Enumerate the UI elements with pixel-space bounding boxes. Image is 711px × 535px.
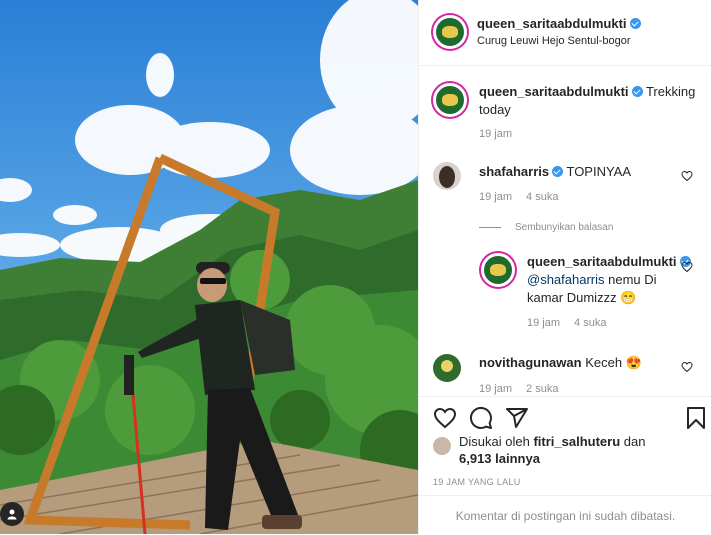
author-block: queen_saritaabdulmukti Curug Leuwi Hejo … bbox=[477, 16, 641, 47]
verified-badge-icon bbox=[629, 18, 641, 29]
person-icon bbox=[7, 509, 17, 520]
reply-text: nemu Di bbox=[604, 272, 657, 287]
like-comment-heart-icon[interactable] bbox=[681, 170, 693, 182]
caption-time[interactable]: 19 jam bbox=[479, 128, 512, 140]
comment-username[interactable]: novithagunawan bbox=[479, 355, 582, 370]
reply-username[interactable]: queen_saritaabdulmukti bbox=[527, 254, 677, 269]
caption-text-line2: today bbox=[479, 102, 511, 117]
likes-summary[interactable]: Disukai oleh fitri_salhuteru dan 6,913 l… bbox=[459, 433, 645, 467]
likes-mid: dan bbox=[623, 434, 646, 449]
reply-time[interactable]: 19 jam bbox=[527, 317, 560, 329]
post-side-panel: queen_saritaabdulmukti Curug Leuwi Hejo … bbox=[418, 0, 711, 534]
like-heart-icon[interactable] bbox=[433, 406, 457, 430]
comment: novithagunawan Keceh 😍 bbox=[479, 354, 642, 372]
like-reply-heart-icon[interactable] bbox=[681, 261, 693, 273]
comment-meta: 19 jam 4 suka bbox=[479, 191, 572, 203]
reply-avatar[interactable] bbox=[481, 253, 515, 287]
share-direct-icon[interactable] bbox=[505, 406, 529, 430]
post-timestamp[interactable]: 19 JAM YANG LALU bbox=[433, 477, 521, 487]
caption-text: Trekking bbox=[645, 84, 696, 99]
comment-meta: 19 jam 2 suka bbox=[479, 383, 572, 395]
verified-badge-icon bbox=[631, 86, 643, 97]
caption-meta: 19 jam bbox=[479, 128, 526, 140]
comment: shafaharris TOPINYAA bbox=[479, 163, 631, 181]
post-header: queen_saritaabdulmukti Curug Leuwi Hejo … bbox=[419, 0, 711, 66]
commenter-avatar[interactable] bbox=[433, 162, 461, 190]
comment-text: Keceh 😍 bbox=[585, 355, 642, 370]
likes-count[interactable]: 6,913 lainnya bbox=[459, 451, 540, 466]
comment-username[interactable]: shafaharris bbox=[479, 164, 549, 179]
reply: queen_saritaabdulmukti @shafaharris nemu… bbox=[527, 253, 697, 307]
reply-text-line2: kamar Dumizzz 😁 bbox=[527, 290, 637, 305]
caption: queen_saritaabdulmukti Trekking today bbox=[479, 83, 699, 119]
comment-likes[interactable]: 2 suka bbox=[526, 383, 558, 395]
like-comment-heart-icon[interactable] bbox=[681, 361, 693, 373]
photo-scene bbox=[0, 0, 418, 534]
hide-replies-label: Sembunyikan balasan bbox=[515, 222, 614, 233]
post-photo[interactable] bbox=[0, 0, 418, 534]
post-location[interactable]: Curug Leuwi Hejo Sentul-bogor bbox=[477, 35, 641, 47]
user-tag-button[interactable] bbox=[0, 502, 24, 526]
liker-avatar[interactable] bbox=[433, 437, 451, 455]
reply-mention[interactable]: @shafaharris bbox=[527, 272, 605, 287]
reply-meta: 19 jam 4 suka bbox=[527, 317, 620, 329]
comments-closed-notice: Komentar di postingan ini sudah dibatasi… bbox=[419, 495, 711, 535]
divider bbox=[479, 227, 501, 228]
caption-avatar[interactable] bbox=[433, 83, 467, 117]
post-actions: Disukai oleh fitri_salhuteru dan 6,913 l… bbox=[419, 396, 711, 534]
likes-user[interactable]: fitri_salhuteru bbox=[533, 434, 620, 449]
comment-time[interactable]: 19 jam bbox=[479, 191, 512, 203]
comment-icon[interactable] bbox=[469, 406, 493, 430]
caption-username[interactable]: queen_saritaabdulmukti bbox=[479, 84, 629, 99]
comment-likes[interactable]: 4 suka bbox=[526, 191, 558, 203]
comment-time[interactable]: 19 jam bbox=[479, 383, 512, 395]
reply-likes[interactable]: 4 suka bbox=[574, 317, 606, 329]
commenter-avatar[interactable] bbox=[433, 354, 461, 382]
comments-list[interactable]: queen_saritaabdulmukti Trekking today 19… bbox=[419, 67, 711, 395]
save-bookmark-icon[interactable] bbox=[685, 406, 707, 430]
comment-text: TOPINYAA bbox=[566, 164, 632, 179]
hide-replies-button[interactable]: Sembunyikan balasan bbox=[479, 222, 613, 233]
verified-badge-icon bbox=[552, 166, 564, 177]
author-username[interactable]: queen_saritaabdulmukti bbox=[477, 16, 627, 31]
author-avatar[interactable] bbox=[433, 15, 467, 49]
likes-prefix: Disukai oleh bbox=[459, 434, 530, 449]
instagram-post: queen_saritaabdulmukti Curug Leuwi Hejo … bbox=[0, 0, 711, 534]
